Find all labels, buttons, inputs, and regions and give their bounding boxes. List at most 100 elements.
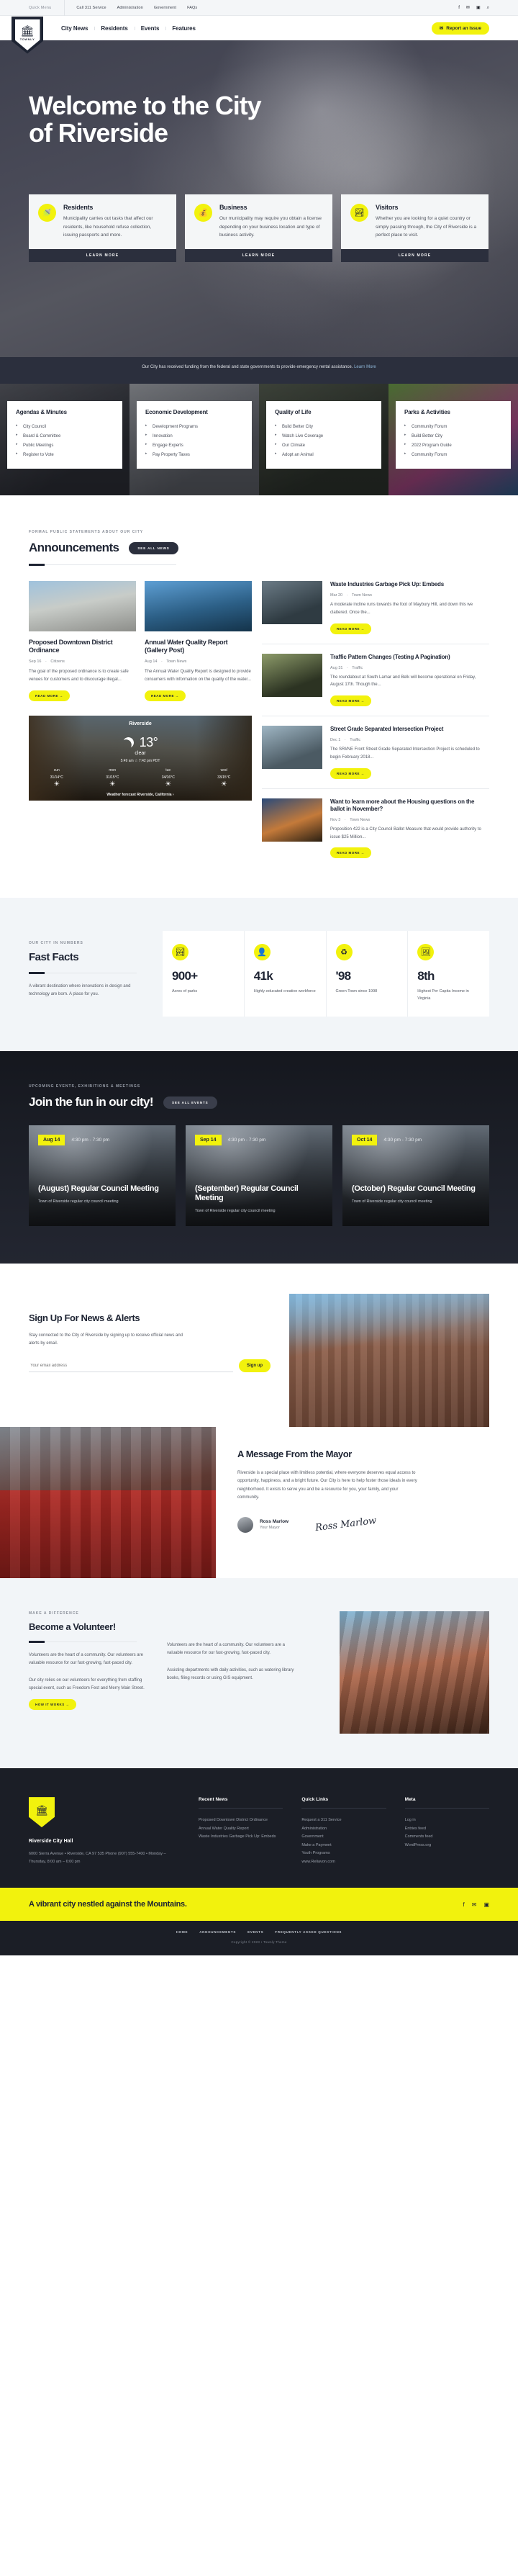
footer-link[interactable]: Proposed Downtown District Ordinance — [199, 1816, 283, 1825]
hero-card-business[interactable]: 💰 Business Our municipality may require … — [185, 194, 332, 263]
read-more-button[interactable]: READ MORE → — [330, 847, 371, 859]
newsletter-description: Stay connected to the City of Riverside … — [29, 1333, 183, 1346]
nav-item-residents[interactable]: Residents — [94, 25, 134, 32]
footer-link[interactable]: WordPress.org — [405, 1842, 489, 1850]
topbar-link-faqs[interactable]: FAQs — [187, 6, 197, 10]
search-icon[interactable]: ⌕ — [487, 6, 489, 10]
meta-separator: · — [160, 659, 163, 664]
announcement-row[interactable]: Traffic Pattern Changes (Testing A Pagin… — [262, 644, 489, 717]
see-all-news-button[interactable]: SEE ALL NEWS — [129, 541, 178, 554]
announcement-card[interactable]: Proposed Downtown District Ordinance Sep… — [29, 581, 136, 702]
footer-link[interactable]: Log in — [405, 1816, 489, 1825]
tile-link[interactable]: Public Meetings — [16, 441, 114, 450]
bottom-link-events[interactable]: EVENTS — [247, 1930, 263, 1934]
hero-card-learn-more[interactable]: LEARN MORE — [341, 249, 489, 263]
read-more-button[interactable]: READ MORE → — [330, 695, 371, 707]
tile-link[interactable]: Engage Experts — [145, 441, 243, 450]
announcement-excerpt: The SRI/NE Front Street Grade Separated … — [330, 747, 480, 760]
footer-link[interactable]: Administration — [301, 1825, 386, 1834]
twitter-icon[interactable]: ✉ — [472, 1901, 477, 1908]
fact-label: Green Town since 1998 — [335, 989, 378, 994]
tile-title: Agendas & Minutes — [16, 409, 67, 415]
tile-link[interactable]: City Council — [16, 422, 114, 431]
nav-item-city-news[interactable]: City News — [55, 25, 94, 32]
footer-link[interactable]: Waste Industries Garbage Pick Up: Embeds — [199, 1833, 283, 1842]
section-divider — [29, 564, 176, 566]
tile-link[interactable]: Development Programs — [145, 422, 243, 431]
nav-item-features[interactable]: Features — [165, 25, 202, 32]
tile-link[interactable]: Our Climate — [275, 441, 373, 450]
nav-item-events[interactable]: Events — [134, 25, 166, 32]
tile-link[interactable]: Register to Vote — [16, 450, 114, 459]
event-venue: Town of Riverside regular city council m… — [352, 1199, 432, 1204]
weather-city: Riverside — [129, 721, 152, 727]
hero-card-residents[interactable]: 🚿 Residents Municipality carries out tas… — [29, 194, 176, 263]
hero-card-learn-more[interactable]: LEARN MORE — [185, 249, 332, 263]
read-more-button[interactable]: READ MORE → — [29, 690, 70, 702]
tile-link[interactable]: Community Forum — [404, 450, 502, 459]
footer-logo[interactable]: 🏛 — [29, 1797, 55, 1828]
announcement-thumbnail — [29, 581, 136, 631]
announcement-row[interactable]: Want to learn more about the Housing que… — [262, 789, 489, 868]
bottom-link-announcements[interactable]: ANNOUNCEMENTS — [199, 1930, 236, 1934]
tile-title: Parks & Activities — [404, 409, 450, 415]
newsletter-signup-button[interactable]: Sign up — [239, 1359, 271, 1373]
topbar-link-administration[interactable]: Administration — [117, 6, 143, 10]
announcement-thumbnail — [262, 726, 322, 770]
tile-link[interactable]: 2022 Program Guide — [404, 441, 502, 450]
how-it-works-button[interactable]: HOW IT WORKS → — [29, 1699, 76, 1711]
event-title: (August) Regular Council Meeting — [38, 1184, 159, 1194]
fact-number: 8th — [417, 969, 435, 983]
topbar-link-call311[interactable]: Call 311 Service — [76, 6, 106, 10]
mayor-role: Your Mayor — [260, 1526, 280, 1531]
volunteer-col2-b: Assisting departments with daily activit… — [167, 1668, 294, 1681]
twitter-icon[interactable]: ✉ — [466, 6, 470, 10]
announcement-row[interactable]: Waste Industries Garbage Pick Up: Embeds… — [262, 581, 489, 644]
tile-parks-activities: Parks & Activities Community Forum Build… — [388, 384, 518, 495]
topbar-link-government[interactable]: Government — [154, 6, 176, 10]
tile-link[interactable]: Adopt an Animal — [275, 450, 373, 459]
site-logo[interactable]: 🏛 TOWNLY — [12, 16, 43, 54]
event-card[interactable]: Sep 14 4:30 pm - 7:30 pm (September) Reg… — [186, 1125, 332, 1227]
report-an-issue-button[interactable]: ✉ Report an issue — [431, 22, 489, 35]
fact-label: Acres of parks — [172, 989, 198, 994]
tile-link[interactable]: Board & Committee — [16, 431, 114, 441]
footer-link[interactable]: Make a Payment — [301, 1842, 386, 1850]
read-more-button[interactable]: READ MORE → — [145, 690, 186, 702]
tile-link[interactable]: Pay Property Taxes — [145, 450, 243, 459]
footer-link[interactable]: Youth Programs — [301, 1850, 386, 1858]
footer-link[interactable]: Entries feed — [405, 1825, 489, 1834]
announcement-row[interactable]: Street Grade Separated Intersection Proj… — [262, 716, 489, 789]
footer-link[interactable]: Request a 311 Service — [301, 1816, 386, 1825]
footer-link[interactable]: Government — [301, 1833, 386, 1842]
hero-card-visitors[interactable]: 🏞 Visitors Whether you are looking for a… — [341, 194, 489, 263]
notice-learn-more-link[interactable]: Learn More — [354, 365, 376, 369]
announcement-excerpt: The Annual Water Quality Report is desig… — [145, 669, 252, 683]
hero-card-learn-more[interactable]: LEARN MORE — [29, 249, 176, 263]
facebook-icon[interactable]: f — [458, 6, 460, 10]
tile-link[interactable]: Community Forum — [404, 422, 502, 431]
tile-link[interactable]: Build Better City — [275, 422, 373, 431]
instagram-icon[interactable]: ▣ — [483, 1901, 489, 1908]
tile-link[interactable]: Innovation — [145, 431, 243, 441]
footer-link[interactable]: www.Reliavon.com — [301, 1858, 386, 1867]
read-more-button[interactable]: READ MORE → — [330, 767, 371, 779]
tile-link[interactable]: Watch Live Coverage — [275, 431, 373, 441]
event-card[interactable]: Oct 14 4:30 pm - 7:30 pm (October) Regul… — [342, 1125, 489, 1227]
event-card[interactable]: Aug 14 4:30 pm - 7:30 pm (August) Regula… — [29, 1125, 176, 1227]
announcement-card[interactable]: Annual Water Quality Report (Gallery Pos… — [145, 581, 252, 702]
weather-forecast-link[interactable]: Weather forecast Riverside, California › — [29, 793, 252, 797]
instagram-icon[interactable]: ▣ — [476, 6, 481, 10]
bottom-link-home[interactable]: HOME — [176, 1930, 188, 1934]
announcement-date: Dec 1 — [330, 738, 341, 743]
footer-link[interactable]: Comments feed — [405, 1833, 489, 1842]
see-all-events-button[interactable]: SEE ALL EVENTS — [163, 1096, 217, 1109]
tile-link[interactable]: Build Better City — [404, 431, 502, 441]
newsletter-email-input[interactable] — [29, 1359, 233, 1372]
footer-link[interactable]: Annual Water Quality Report — [199, 1825, 283, 1834]
bottom-link-faq[interactable]: FREQUENTLY ASKED QUESTIONS — [275, 1930, 342, 1934]
announcement-category: Town News — [350, 817, 371, 822]
facebook-icon[interactable]: f — [463, 1901, 465, 1908]
person-icon: 👤 — [253, 944, 271, 961]
read-more-button[interactable]: READ MORE → — [330, 623, 371, 634]
